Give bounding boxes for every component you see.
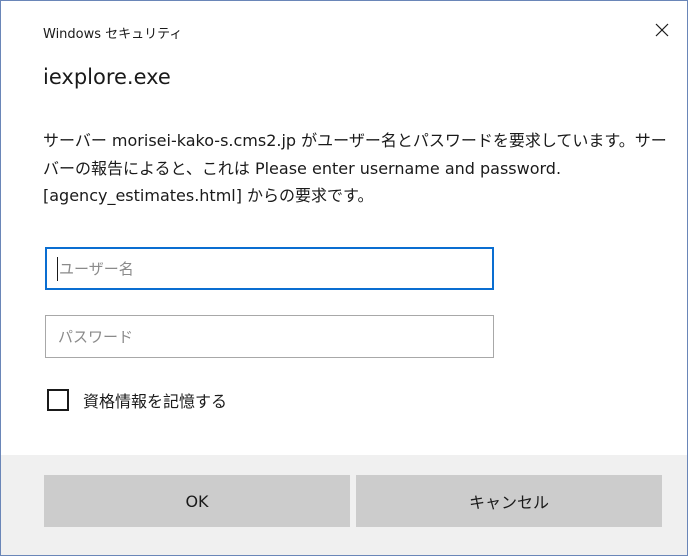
password-input[interactable] xyxy=(45,315,494,358)
ok-button[interactable]: OK xyxy=(44,475,350,527)
remember-checkbox[interactable] xyxy=(47,389,69,411)
auth-message: サーバー morisei-kako-s.cms2.jp がユーザー名とパスワード… xyxy=(43,131,667,205)
close-button[interactable] xyxy=(645,13,679,47)
remember-label: 資格情報を記憶する xyxy=(83,392,228,411)
title-bar: Windows セキュリティ xyxy=(1,1,687,63)
username-input[interactable] xyxy=(45,247,494,290)
credential-dialog: Windows セキュリティ iexplore.exe サーバー morisei… xyxy=(0,0,688,556)
close-icon xyxy=(655,23,669,37)
dialog-heading: iexplore.exe xyxy=(43,65,171,89)
cancel-button[interactable]: キャンセル xyxy=(356,475,662,527)
remember-credentials[interactable]: 資格情報を記憶する xyxy=(47,388,227,412)
text-caret xyxy=(57,257,58,281)
window-title: Windows セキュリティ xyxy=(43,27,183,42)
